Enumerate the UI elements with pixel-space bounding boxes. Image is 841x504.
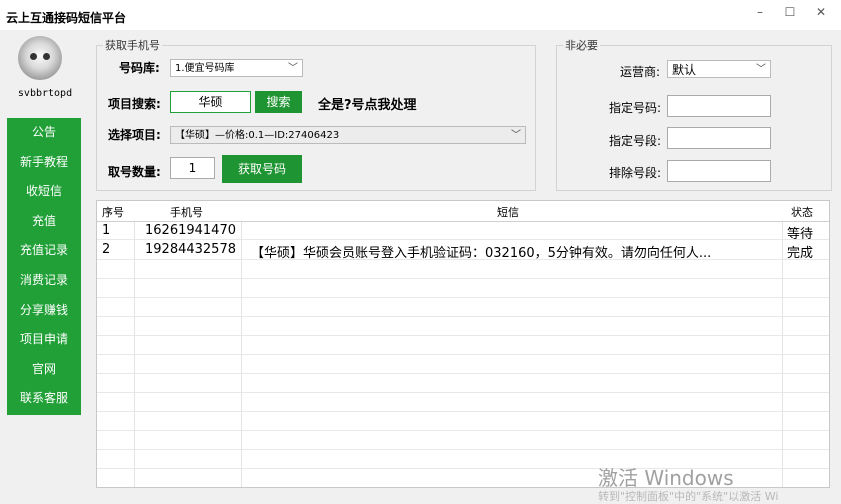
segment-input[interactable] [667, 127, 771, 149]
carrier-label: 运营商: [620, 65, 661, 79]
activation-watermark: 激活 Windows [598, 466, 734, 490]
sms-table[interactable]: 序号 手机号 短信 状态 1 16261941470 等待 2 19284432… [96, 200, 830, 488]
row-divider [97, 449, 829, 450]
row-index: 1 [102, 223, 111, 238]
avatar [18, 36, 62, 80]
menu-item-recharge-records[interactable]: 充值记录 [7, 236, 81, 266]
sidebar: svbbrtopd 公告 新手教程 收短信 充值 充值记录 消费记录 分享赚钱 … [0, 30, 90, 497]
title-bar: 云上互通接码短信平台 – ☐ ✕ [0, 0, 841, 30]
row-divider [97, 316, 829, 317]
search-input[interactable]: 华硕 [170, 91, 251, 113]
maximize-button[interactable]: ☐ [775, 2, 805, 22]
avatar-eye-left [30, 53, 37, 60]
avatar-eye-right [43, 53, 50, 60]
row-divider [97, 392, 829, 393]
row-sms: 【华硕】华硕会员账号登入手机验证码：032160，5分钟有效。请勿向任何人... [251, 246, 712, 261]
library-select-value: 1.便宜号码库 [175, 63, 235, 74]
question-mark-fix-link[interactable]: 全是?号点我处理 [318, 94, 417, 113]
menu-item-contact-support[interactable]: 联系客服 [7, 384, 81, 414]
username: svbbrtopd [17, 88, 73, 99]
header-sms[interactable]: 短信 [497, 204, 519, 220]
get-number-group: 获取手机号 [96, 37, 536, 191]
menu-item-tutorial[interactable]: 新手教程 [7, 148, 81, 178]
sidebar-menu: 公告 新手教程 收短信 充值 充值记录 消费记录 分享赚钱 项目申请 官网 联系… [7, 118, 81, 415]
menu-item-announcement[interactable]: 公告 [7, 118, 81, 148]
column-divider [134, 201, 135, 487]
table-header: 序号 手机号 短信 状态 [97, 201, 829, 222]
window-title: 云上互通接码短信平台 [6, 11, 127, 25]
carrier-select-value: 默认 [672, 63, 697, 77]
minimize-button[interactable]: – [745, 2, 775, 22]
project-select[interactable]: 【华硕】—价格:0.1—ID:27406423 ﹀ [170, 126, 526, 144]
number-input[interactable] [667, 95, 771, 117]
column-divider [782, 201, 783, 487]
row-divider [97, 354, 829, 355]
chevron-down-icon: ﹀ [756, 64, 766, 75]
count-input-value: 1 [188, 161, 197, 175]
row-phone: 19284432578 [145, 242, 236, 257]
chevron-down-icon: ﹀ [511, 130, 521, 141]
count-label: 取号数量: [108, 165, 161, 179]
menu-item-project-apply[interactable]: 项目申请 [7, 325, 81, 355]
exclude-label: 排除号段: [609, 166, 662, 180]
column-divider [241, 201, 242, 487]
project-select-value: 【华硕】—价格:0.1—ID:27406423 [175, 130, 340, 141]
close-button[interactable]: ✕ [806, 2, 836, 22]
segment-label: 指定号段: [609, 134, 662, 148]
count-input[interactable]: 1 [170, 157, 215, 179]
get-number-legend: 获取手机号 [105, 39, 160, 52]
chevron-down-icon: ﹀ [288, 63, 298, 74]
menu-item-consumption-records[interactable]: 消费记录 [7, 266, 81, 296]
library-label: 号码库: [119, 61, 160, 75]
row-phone: 16261941470 [145, 223, 236, 238]
project-label: 选择项目: [108, 128, 161, 142]
menu-item-recharge[interactable]: 充值 [7, 207, 81, 237]
optional-legend: 非必要 [565, 39, 598, 52]
library-select[interactable]: 1.便宜号码库 ﹀ [170, 59, 303, 77]
search-button[interactable]: 搜索 [255, 91, 302, 113]
exclude-input[interactable] [667, 160, 771, 182]
row-index: 2 [102, 242, 111, 257]
get-number-button[interactable]: 获取号码 [222, 155, 302, 183]
row-divider [97, 411, 829, 412]
menu-item-official-site[interactable]: 官网 [7, 355, 81, 385]
menu-item-receive-sms[interactable]: 收短信 [7, 177, 81, 207]
activation-watermark-subtext: 转到"控制面板"中的"系统"以激活 Wi [598, 490, 779, 503]
header-index[interactable]: 序号 [102, 204, 124, 220]
row-divider [97, 278, 829, 279]
row-divider [97, 430, 829, 431]
row-divider [97, 373, 829, 374]
search-label: 项目搜索: [108, 97, 161, 111]
row-divider [97, 297, 829, 298]
header-status[interactable]: 状态 [791, 204, 813, 220]
carrier-select[interactable]: 默认 ﹀ [667, 60, 771, 78]
row-divider [97, 335, 829, 336]
row-status: 等待 [787, 227, 814, 242]
number-label: 指定号码: [609, 101, 662, 115]
menu-item-share-earn[interactable]: 分享赚钱 [7, 296, 81, 326]
search-input-value: 华硕 [198, 95, 223, 109]
row-divider [97, 239, 829, 240]
row-status: 完成 [787, 246, 814, 261]
header-phone[interactable]: 手机号 [170, 204, 203, 220]
